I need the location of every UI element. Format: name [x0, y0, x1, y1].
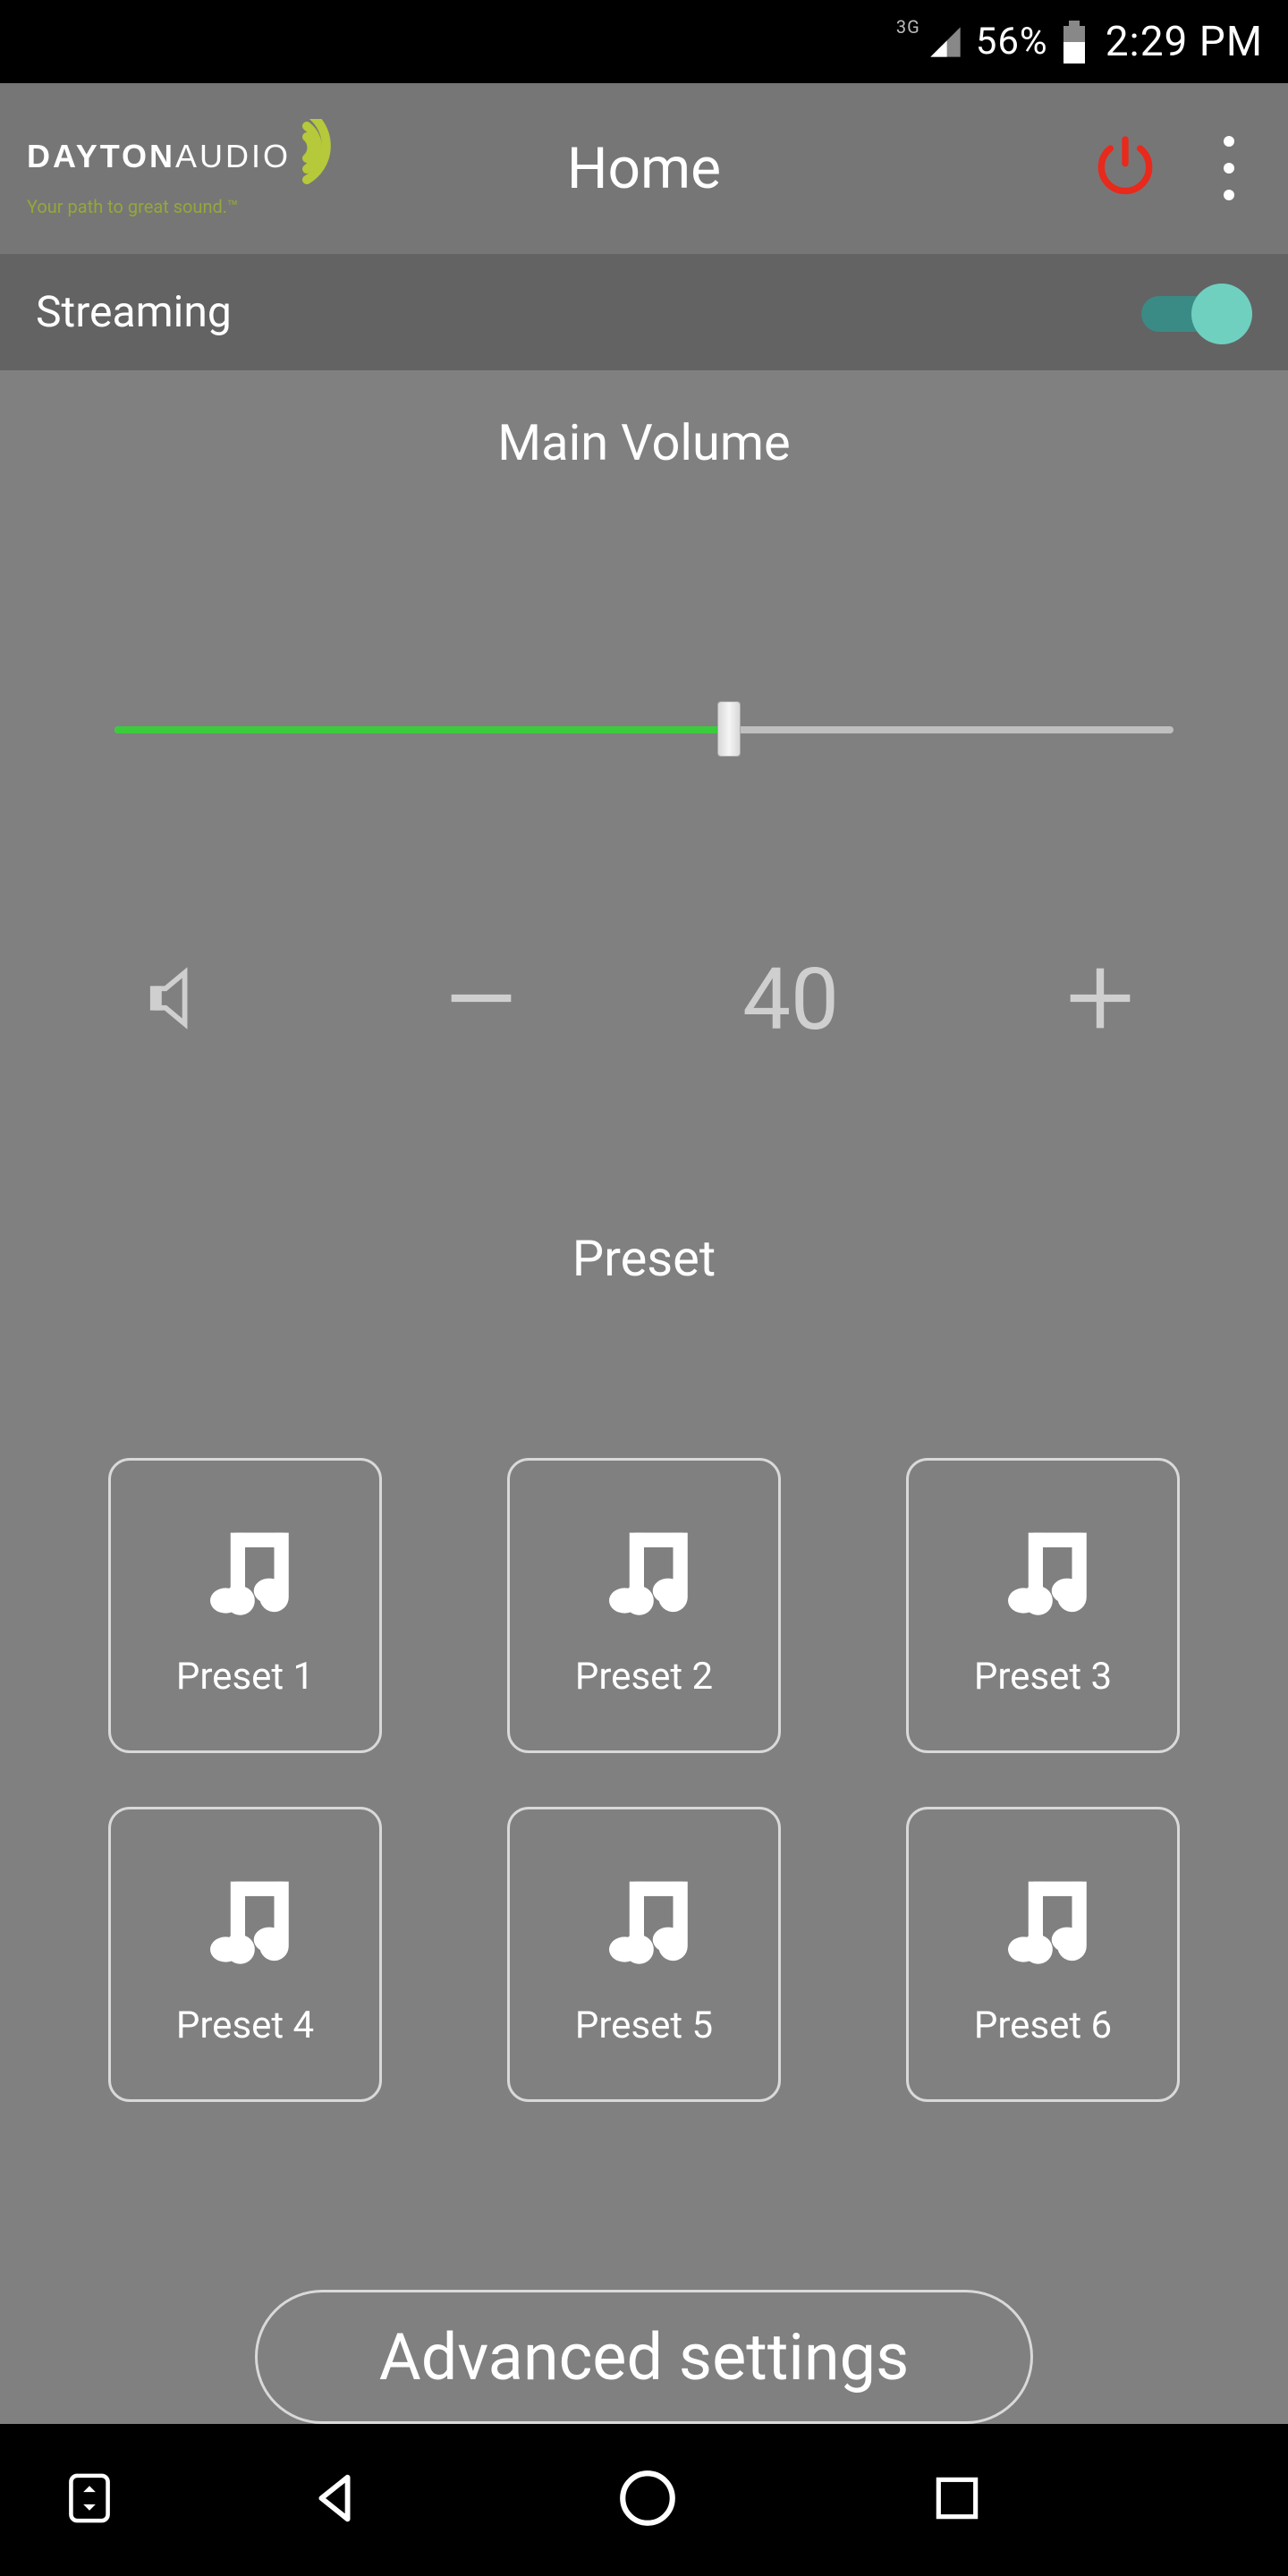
- music-note-icon: [187, 1862, 303, 1982]
- preset-button-2[interactable]: Preset 2: [507, 1458, 781, 1753]
- streaming-row: Streaming: [0, 254, 1288, 371]
- streaming-toggle[interactable]: [1141, 287, 1252, 337]
- advanced-settings-button[interactable]: Advanced settings: [255, 2290, 1033, 2424]
- expand-icon[interactable]: [64, 2470, 114, 2530]
- preset-button-3[interactable]: Preset 3: [906, 1458, 1180, 1753]
- music-note-icon: [187, 1513, 303, 1633]
- network-type: 3G: [896, 16, 920, 38]
- preset-title: Preset: [572, 1229, 716, 1288]
- home-icon[interactable]: [614, 2465, 681, 2535]
- volume-down-button[interactable]: [436, 953, 526, 1046]
- main-volume-title: Main Volume: [497, 413, 790, 472]
- brand-arc-icon: [285, 119, 357, 194]
- preset-label: Preset 6: [974, 2004, 1112, 2047]
- power-icon[interactable]: [1089, 131, 1161, 206]
- brand-logo: DAYTONAUDIO Your path to great sound.™: [27, 119, 357, 217]
- volume-value: 40: [742, 950, 839, 1050]
- preset-button-4[interactable]: Preset 4: [108, 1807, 382, 2102]
- brand-name: DAYTONAUDIO: [27, 138, 291, 175]
- preset-label: Preset 1: [176, 1655, 314, 1699]
- music-note-icon: [985, 1862, 1101, 1982]
- battery-percentage: 56%: [976, 20, 1048, 64]
- more-vert-icon[interactable]: [1215, 127, 1243, 209]
- app-bar: DAYTONAUDIO Your path to great sound.™ H…: [0, 83, 1288, 253]
- preset-grid: Preset 1 Preset 2 Preset 3 Preset 4 Preset 5…: [108, 1458, 1180, 2102]
- signal-icon: [928, 24, 963, 60]
- music-note-icon: [985, 1513, 1101, 1633]
- clock-time: 2:29 PM: [1106, 18, 1263, 66]
- main-content: Main Volume 40 Preset Preset 1Preset 2Pr…: [0, 370, 1288, 2424]
- preset-button-6[interactable]: Preset 6: [906, 1807, 1180, 2102]
- preset-label: Preset 3: [974, 1655, 1112, 1699]
- volume-slider[interactable]: [114, 723, 1174, 735]
- music-note-icon: [586, 1513, 702, 1633]
- preset-label: Preset 2: [575, 1655, 713, 1699]
- preset-button-5[interactable]: Preset 5: [507, 1807, 781, 2102]
- brand-tagline: Your path to great sound.™: [27, 196, 357, 217]
- streaming-label: Streaming: [36, 286, 232, 337]
- back-icon[interactable]: [303, 2467, 366, 2533]
- status-bar: 3G 56% 2:29 PM: [0, 0, 1288, 83]
- preset-label: Preset 4: [176, 2004, 314, 2047]
- battery-icon: [1061, 21, 1088, 64]
- preset-label: Preset 5: [575, 2004, 713, 2047]
- mute-icon[interactable]: [143, 960, 220, 1040]
- system-nav-bar: [0, 2424, 1288, 2576]
- volume-up-button[interactable]: [1055, 953, 1145, 1046]
- recent-icon[interactable]: [929, 2470, 985, 2529]
- music-note-icon: [586, 1862, 702, 1982]
- preset-button-1[interactable]: Preset 1: [108, 1458, 382, 1753]
- page-title: Home: [567, 135, 721, 202]
